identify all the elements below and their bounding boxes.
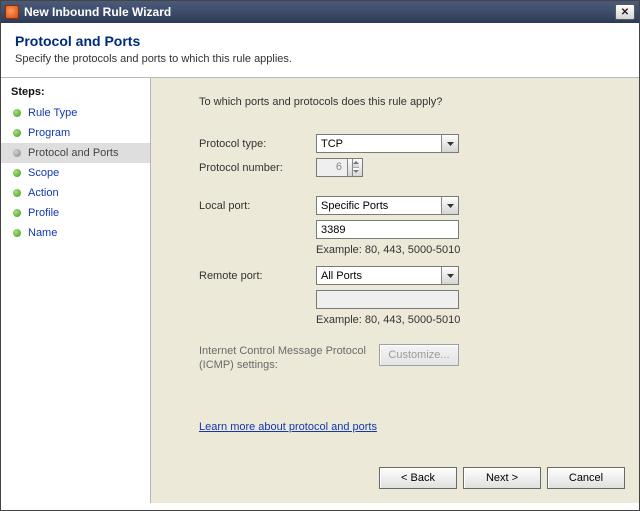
local-port-input[interactable]	[316, 220, 459, 239]
local-port-select-value: Specific Ports	[321, 200, 388, 212]
local-port-select[interactable]: Specific Ports	[316, 196, 459, 215]
remote-port-example: Example: 80, 443, 5000-5010	[316, 314, 621, 326]
step-item-protocol-ports[interactable]: Protocol and Ports	[1, 143, 150, 163]
local-port-example: Example: 80, 443, 5000-5010	[316, 244, 621, 256]
local-port-label: Local port:	[199, 200, 316, 212]
step-bullet-icon	[13, 129, 21, 137]
step-bullet-icon	[13, 229, 21, 237]
step-label: Action	[28, 187, 59, 199]
protocol-type-label: Protocol type:	[199, 138, 316, 150]
step-label: Rule Type	[28, 107, 77, 119]
remote-port-select-value: All Ports	[321, 270, 362, 282]
customize-button: Customize...	[379, 344, 459, 366]
icmp-settings-label: Internet Control Message Protocol (ICMP)…	[199, 344, 379, 373]
spinner-up-icon	[352, 159, 359, 168]
protocol-number-label: Protocol number:	[199, 162, 316, 174]
close-button[interactable]: ✕	[615, 4, 635, 20]
remote-port-select[interactable]: All Ports	[316, 266, 459, 285]
chevron-down-icon	[441, 197, 458, 214]
cancel-button[interactable]: Cancel	[547, 467, 625, 489]
step-bullet-icon	[13, 149, 21, 157]
main-area: Steps: Rule Type Program Protocol and Po…	[1, 78, 639, 503]
protocol-type-value: TCP	[321, 138, 343, 150]
step-label: Scope	[28, 167, 59, 179]
step-label: Program	[28, 127, 70, 139]
window-title: New Inbound Rule Wizard	[24, 5, 615, 19]
step-item-rule-type[interactable]: Rule Type	[1, 103, 150, 123]
learn-more-link[interactable]: Learn more about protocol and ports	[199, 421, 377, 433]
step-bullet-icon	[13, 209, 21, 217]
step-item-program[interactable]: Program	[1, 123, 150, 143]
step-item-action[interactable]: Action	[1, 183, 150, 203]
step-label: Profile	[28, 207, 59, 219]
chevron-down-icon	[441, 267, 458, 284]
wizard-header: Protocol and Ports Specify the protocols…	[1, 23, 639, 78]
chevron-down-icon	[441, 135, 458, 152]
step-bullet-icon	[13, 169, 21, 177]
step-label: Protocol and Ports	[28, 147, 119, 159]
protocol-number-spinner: 6	[316, 158, 363, 177]
page-title: Protocol and Ports	[15, 33, 625, 49]
steps-sidebar: Steps: Rule Type Program Protocol and Po…	[1, 78, 151, 503]
sidebar-title: Steps:	[1, 84, 150, 103]
titlebar: New Inbound Rule Wizard ✕	[1, 1, 639, 23]
remote-port-input	[316, 290, 459, 309]
firewall-app-icon	[5, 5, 19, 19]
content-question: To which ports and protocols does this r…	[199, 96, 621, 108]
page-subtitle: Specify the protocols and ports to which…	[15, 53, 625, 65]
close-icon: ✕	[621, 7, 629, 18]
protocol-number-value: 6	[336, 161, 342, 173]
wizard-footer-buttons: < Back Next > Cancel	[379, 467, 625, 489]
step-item-profile[interactable]: Profile	[1, 203, 150, 223]
step-item-scope[interactable]: Scope	[1, 163, 150, 183]
step-bullet-icon	[13, 189, 21, 197]
back-button[interactable]: < Back	[379, 467, 457, 489]
remote-port-label: Remote port:	[199, 270, 316, 282]
spinner-down-icon	[352, 168, 359, 177]
step-bullet-icon	[13, 109, 21, 117]
step-item-name[interactable]: Name	[1, 223, 150, 243]
step-label: Name	[28, 227, 57, 239]
next-button[interactable]: Next >	[463, 467, 541, 489]
protocol-type-select[interactable]: TCP	[316, 134, 459, 153]
content-panel: To which ports and protocols does this r…	[151, 78, 639, 503]
